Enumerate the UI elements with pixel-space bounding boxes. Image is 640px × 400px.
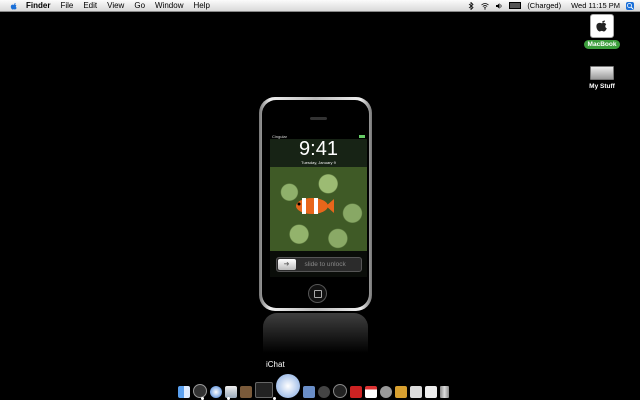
menu-help[interactable]: Help [193,1,209,10]
battery-icon[interactable] [509,2,522,9]
dock-hover-label: iChat [266,360,285,369]
wifi-icon[interactable] [481,2,490,10]
desktop-icon-my-stuff[interactable]: My Stuff [584,64,620,90]
dashboard-icon[interactable] [193,384,207,398]
desktop-icon-label: My Stuff [589,83,615,90]
iphoto-icon[interactable] [303,386,315,398]
carrier-label: Cingular [272,133,287,139]
bluetooth-icon[interactable] [467,1,475,10]
clownfish-wallpaper [270,167,367,251]
ichat-icon[interactable] [255,382,273,398]
menu-bar: Finder File Edit View Go Window Help (Ch… [0,0,640,12]
unlock-slider: ➜ slide to unlock [275,256,362,272]
iphone-reflection [263,313,368,353]
home-square-icon [313,289,322,298]
menu-extras: (Charged) Wed 11:15 PM [467,0,634,11]
finder-icon[interactable] [178,386,190,398]
unlock-bar: ➜ slide to unlock [270,251,367,277]
lock-date: Tuesday, January 9 [301,160,336,165]
home-button [308,284,327,303]
itunes-icon[interactable] [276,374,300,398]
menu-window[interactable]: Window [155,1,183,10]
menu-edit[interactable]: Edit [83,1,97,10]
dvd-player-icon[interactable] [333,384,347,398]
apple-menu-icon[interactable] [10,2,18,10]
iphone-image: Cingular 9:41 Tuesday, January 9 ➜ slide… [259,97,372,311]
garageband-icon[interactable] [395,386,407,398]
volume-icon[interactable] [495,2,503,10]
trash-icon[interactable] [440,386,449,398]
menu-go[interactable]: Go [134,1,145,10]
dock [178,372,464,398]
menubar-clock[interactable]: Wed 11:15 PM [571,1,620,10]
iphone-screen: Cingular 9:41 Tuesday, January 9 ➜ slide… [270,133,367,277]
battery-indicator [359,134,365,138]
preview-icon[interactable] [410,386,422,398]
system-preferences-icon[interactable] [380,386,392,398]
menu-file[interactable]: File [60,1,73,10]
battery-status[interactable]: (Charged) [527,1,561,10]
lock-time: 9:41 [299,138,338,160]
menu-finder[interactable]: Finder [26,1,50,10]
iphone-bezel: Cingular 9:41 Tuesday, January 9 ➜ slide… [262,100,369,308]
textedit-icon[interactable] [425,386,437,398]
ical-icon[interactable] [365,386,377,398]
folder-icon [590,66,614,80]
photo-booth-icon[interactable] [350,386,362,398]
safari-icon[interactable] [210,386,222,398]
address-book-icon[interactable] [240,386,252,398]
spotlight-icon[interactable] [626,1,634,10]
apple-logo-icon [596,20,607,32]
desktop-icon-label: MacBook [583,40,621,49]
earpiece [310,117,327,120]
lock-screen-clock: 9:41 Tuesday, January 9 [270,139,367,167]
unlock-text: slide to unlock [304,260,346,268]
imovie-icon[interactable] [318,386,330,398]
clownfish-image [296,198,334,214]
desktop-icon-macbook[interactable]: MacBook [583,14,621,49]
hard-drive-icon [590,14,614,38]
arrow-right-icon: ➜ [277,258,296,270]
menu-view[interactable]: View [107,1,124,10]
